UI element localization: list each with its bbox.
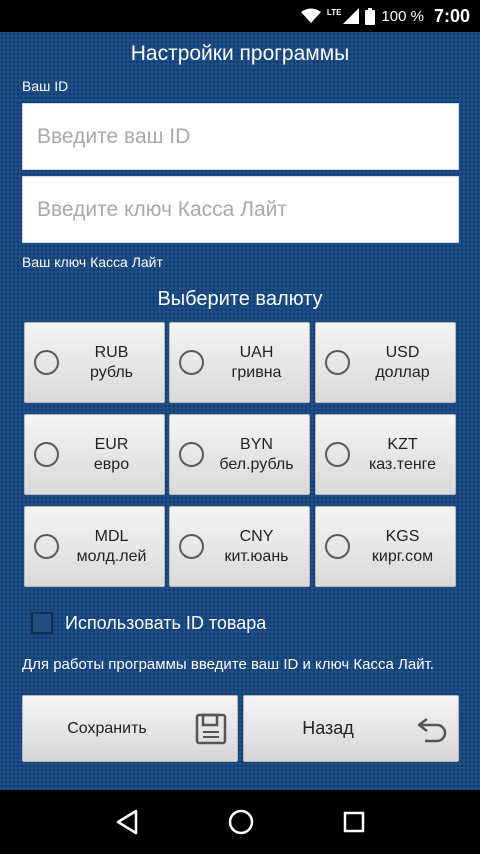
back-button[interactable]: Назад [243, 695, 459, 762]
currency-option-eur[interactable]: EUR евро [24, 414, 165, 495]
save-button[interactable]: Сохранить [22, 695, 238, 762]
wifi-icon [300, 8, 321, 23]
navigation-bar [0, 790, 480, 854]
status-bar: LTE 100 % 7:00 [0, 0, 480, 32]
use-product-id-label: Использовать ID товара [65, 612, 267, 633]
radio-icon[interactable] [34, 442, 59, 467]
currency-option-kgs[interactable]: KGS кирг.сом [315, 506, 456, 587]
currency-option-byn[interactable]: BYN бел.рубль [169, 414, 310, 495]
currency-name: бел.рубль [219, 455, 294, 473]
triangle-back-icon[interactable] [115, 809, 139, 835]
currency-option-rub[interactable]: RUB рубль [24, 322, 165, 403]
currency-code: EUR [94, 435, 129, 453]
use-product-id-checkbox[interactable] [31, 612, 53, 634]
currency-name: молд.лей [76, 547, 147, 565]
clock: 7:00 [433, 5, 470, 26]
lte-signal-icon: LTE [327, 8, 360, 24]
currency-name: рубль [89, 363, 133, 381]
circle-home-icon[interactable] [228, 809, 254, 835]
currency-option-usd[interactable]: USD доллар [315, 322, 456, 403]
currency-name: гривна [231, 363, 282, 381]
currency-option-mdl[interactable]: MDL молд.лей [24, 506, 165, 587]
currency-code: RUB [94, 343, 129, 361]
currency-name: каз.тенге [368, 455, 437, 473]
currency-option-cny[interactable]: CNY кит.юань [169, 506, 310, 587]
currency-name: доллар [375, 363, 430, 381]
use-product-id-row[interactable]: Использовать ID товара [31, 612, 266, 634]
id-label: Ваш ID [22, 78, 69, 94]
currency-name: кит.юань [224, 547, 289, 565]
currency-code: CNY [239, 527, 274, 545]
currency-code: KZT [387, 435, 418, 453]
floppy-disk-icon [191, 713, 231, 745]
radio-icon[interactable] [179, 442, 204, 467]
page-title: Настройки программы [130, 42, 350, 65]
currency-option-kzt[interactable]: KZT каз.тенге [315, 414, 456, 495]
radio-icon[interactable] [325, 350, 350, 375]
radio-icon[interactable] [34, 534, 59, 559]
currency-title: Выберите валюту [157, 288, 323, 310]
currency-code: KGS [385, 527, 420, 545]
currency-option-uah[interactable]: UAH гривна [169, 322, 310, 403]
hint-text: Для работы программы введите ваш ID и кл… [22, 656, 434, 673]
settings-screen: Настройки программы Ваш ID Введите ваш I… [0, 32, 480, 790]
radio-icon[interactable] [325, 442, 350, 467]
currency-code: USD [385, 343, 420, 361]
key-input[interactable]: Введите ключ Касса Лайт [22, 176, 459, 243]
key-input-placeholder: Введите ключ Касса Лайт [37, 197, 288, 221]
back-button-label: Назад [302, 718, 354, 738]
radio-icon[interactable] [325, 534, 350, 559]
undo-arrow-icon [412, 715, 452, 743]
save-button-label: Сохранить [67, 719, 147, 737]
id-input-placeholder: Введите ваш ID [37, 124, 191, 148]
currency-name: кирг.сом [371, 547, 434, 565]
key-label: Ваш ключ Касса Лайт [22, 254, 163, 270]
currency-name: евро [93, 455, 130, 473]
square-recents-icon[interactable] [343, 811, 365, 833]
radio-icon[interactable] [179, 534, 204, 559]
currency-code: UAH [239, 343, 274, 361]
id-input[interactable]: Введите ваш ID [22, 103, 459, 170]
radio-icon[interactable] [34, 350, 59, 375]
radio-icon[interactable] [179, 350, 204, 375]
network-type: LTE [326, 8, 342, 17]
battery-level: 100 % [381, 7, 424, 25]
currency-code: BYN [240, 435, 273, 453]
battery-icon [365, 7, 376, 25]
currency-code: MDL [94, 527, 129, 545]
